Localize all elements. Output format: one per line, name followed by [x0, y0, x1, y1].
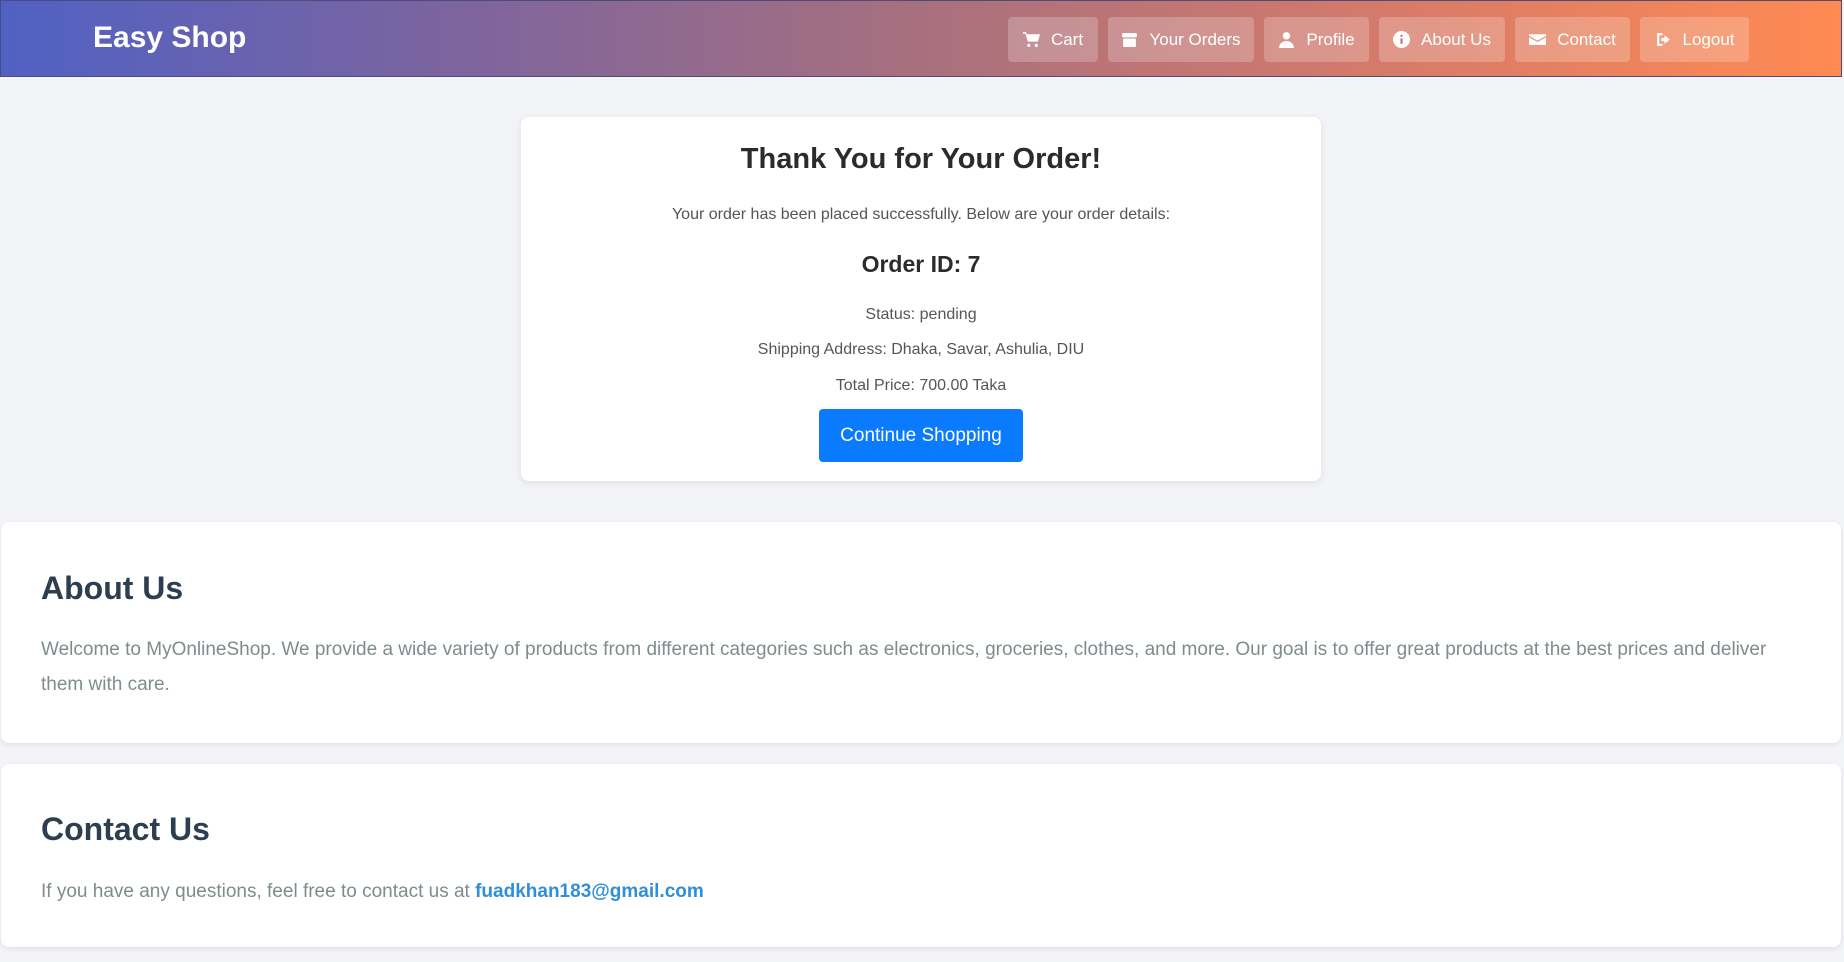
nav-profile-button[interactable]: Profile [1264, 17, 1369, 62]
order-shipping-address: Shipping Address: Dhaka, Savar, Ashulia,… [757, 341, 1085, 358]
envelope-icon [1529, 31, 1547, 48]
info-icon [1393, 31, 1411, 48]
logout-icon [1655, 31, 1672, 48]
nav-orders-label: Your Orders [1149, 29, 1241, 49]
nav-about-label: About Us [1421, 29, 1491, 49]
about-text: Welcome to MyOnlineShop. We provide a wi… [41, 639, 1767, 695]
nav-cart-label: Cart [1050, 29, 1084, 49]
about-section: About Us Welcome to MyOnlineShop. We pro… [1, 522, 1841, 743]
nav-contact-button[interactable]: Contact [1515, 17, 1630, 62]
nav-orders-button[interactable]: Your Orders [1108, 17, 1254, 62]
box-icon [1121, 31, 1138, 48]
cart-icon [1022, 31, 1040, 48]
nav-profile-label: Profile [1306, 29, 1355, 49]
nav-logout-button[interactable]: Logout [1640, 17, 1749, 62]
contact-text: If you have any questions, feel free to … [41, 881, 470, 902]
contact-text-block: If you have any questions, feel free to … [41, 874, 1801, 909]
brand-logo[interactable]: Easy Shop [93, 21, 246, 55]
about-title: About Us [41, 570, 184, 606]
order-total-price: Total Price: 700.00 Taka [835, 377, 1007, 394]
nav-logout-label: Logout [1682, 29, 1735, 49]
nav-contact-label: Contact [1557, 29, 1616, 49]
contact-title: Contact Us [41, 811, 210, 847]
order-id: Order ID: 7 [861, 251, 981, 277]
contact-email-link[interactable]: fuadkhan183@gmail.com [475, 881, 704, 902]
order-confirmation-card: Thank You for Your Order! Your order has… [521, 117, 1321, 481]
user-icon [1278, 31, 1295, 48]
nav-about-button[interactable]: About Us [1379, 17, 1505, 62]
order-message: Your order has been placed successfully.… [671, 206, 1171, 223]
order-title: Thank You for Your Order! [740, 143, 1102, 175]
top-navbar: Easy Shop Cart Your Orders Profile About… [0, 0, 1842, 77]
continue-shopping-button[interactable]: Continue Shopping [819, 409, 1023, 462]
nav-cart-button[interactable]: Cart [1008, 17, 1098, 62]
order-status: Status: pending [865, 306, 977, 323]
contact-section: Contact Us If you have any questions, fe… [1, 764, 1841, 947]
